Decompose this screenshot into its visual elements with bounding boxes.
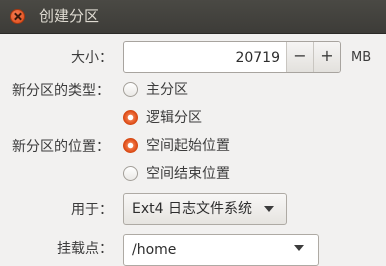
increment-button[interactable]: + [313,42,340,72]
radio-label-beginning[interactable]: 空间起始位置 [146,136,230,156]
window-title: 创建分区 [39,7,100,25]
filesystem-value: Ext4 日志文件系统 [132,201,252,217]
close-icon[interactable] [10,9,25,24]
filesystem-dropdown[interactable]: Ext4 日志文件系统 [123,193,287,225]
title-bar: 创建分区 [0,0,386,34]
radio-label-primary[interactable]: 主分区 [146,80,188,100]
radio-button-selected[interactable] [123,138,138,153]
size-input[interactable]: 20719 [235,49,280,67]
radio-label-logical[interactable]: 逻辑分区 [146,108,202,128]
mount-point-combo[interactable]: /home [123,234,319,266]
radio-button[interactable] [123,82,138,97]
use-as-label: 用于： [71,202,113,218]
decrement-button[interactable]: − [286,42,313,72]
size-spinbox[interactable]: 20719 − + [123,41,341,73]
partition-position-label: 新分区的位置： [12,139,110,155]
mount-point-input[interactable]: /home [132,241,176,259]
dropdown-arrow-icon[interactable] [294,245,304,251]
mount-point-label: 挂载点： [57,241,113,257]
size-unit: MB [351,50,372,65]
partition-type-label: 新分区的类型： [12,83,110,99]
radio-button[interactable] [123,166,138,181]
size-label: 大小： [71,50,113,66]
radio-label-end[interactable]: 空间结束位置 [146,164,230,184]
radio-button-selected[interactable] [123,110,138,125]
dropdown-arrow-icon[interactable] [264,206,274,212]
